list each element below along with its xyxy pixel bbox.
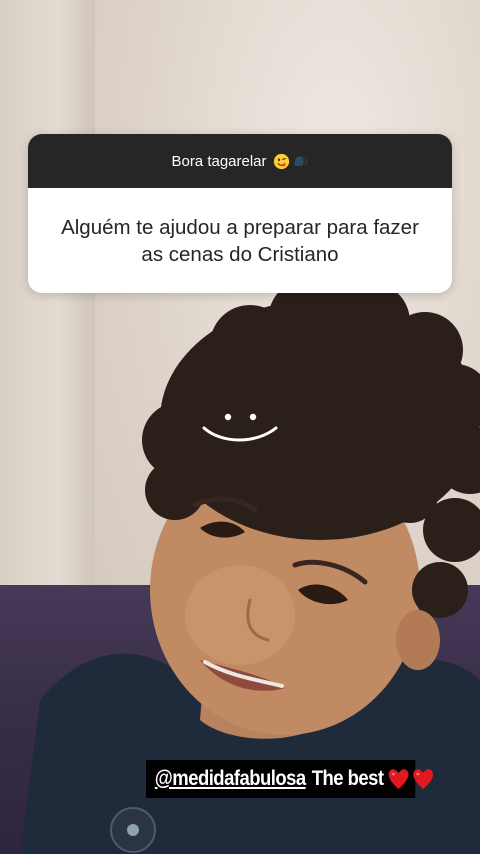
question-sticker-header: Bora tagarelar [28, 134, 452, 188]
child-photo [20, 278, 480, 854]
caption-text: The best [311, 767, 384, 790]
question-sticker-body: Alguém te ajudou a preparar para fazer a… [28, 188, 452, 293]
speaking-head-emoji-icon [293, 155, 308, 166]
question-sticker-title: Bora tagarelar [171, 152, 267, 170]
question-sticker[interactable]: Bora tagarelar Alguém te ajudou a prepar… [28, 134, 452, 293]
mention-handle[interactable]: @medidafabulosa [155, 767, 306, 791]
story-frame: Bora tagarelar Alguém te ajudou a prepar… [0, 0, 480, 854]
caption-tag[interactable]: @medidafabulosa The best [146, 760, 433, 798]
red-heart-emoji-icon [388, 769, 409, 789]
ear [396, 610, 440, 670]
drooling-face-emoji-icon [273, 153, 289, 169]
header-emoji-group [273, 153, 309, 170]
question-text-line-1: Alguém te ajudou a preparar para fazer [61, 215, 419, 239]
red-heart-emoji-icon [413, 769, 433, 789]
caption-hearts [387, 767, 435, 791]
question-text-line-2: as cenas do Cristiano [141, 242, 339, 266]
